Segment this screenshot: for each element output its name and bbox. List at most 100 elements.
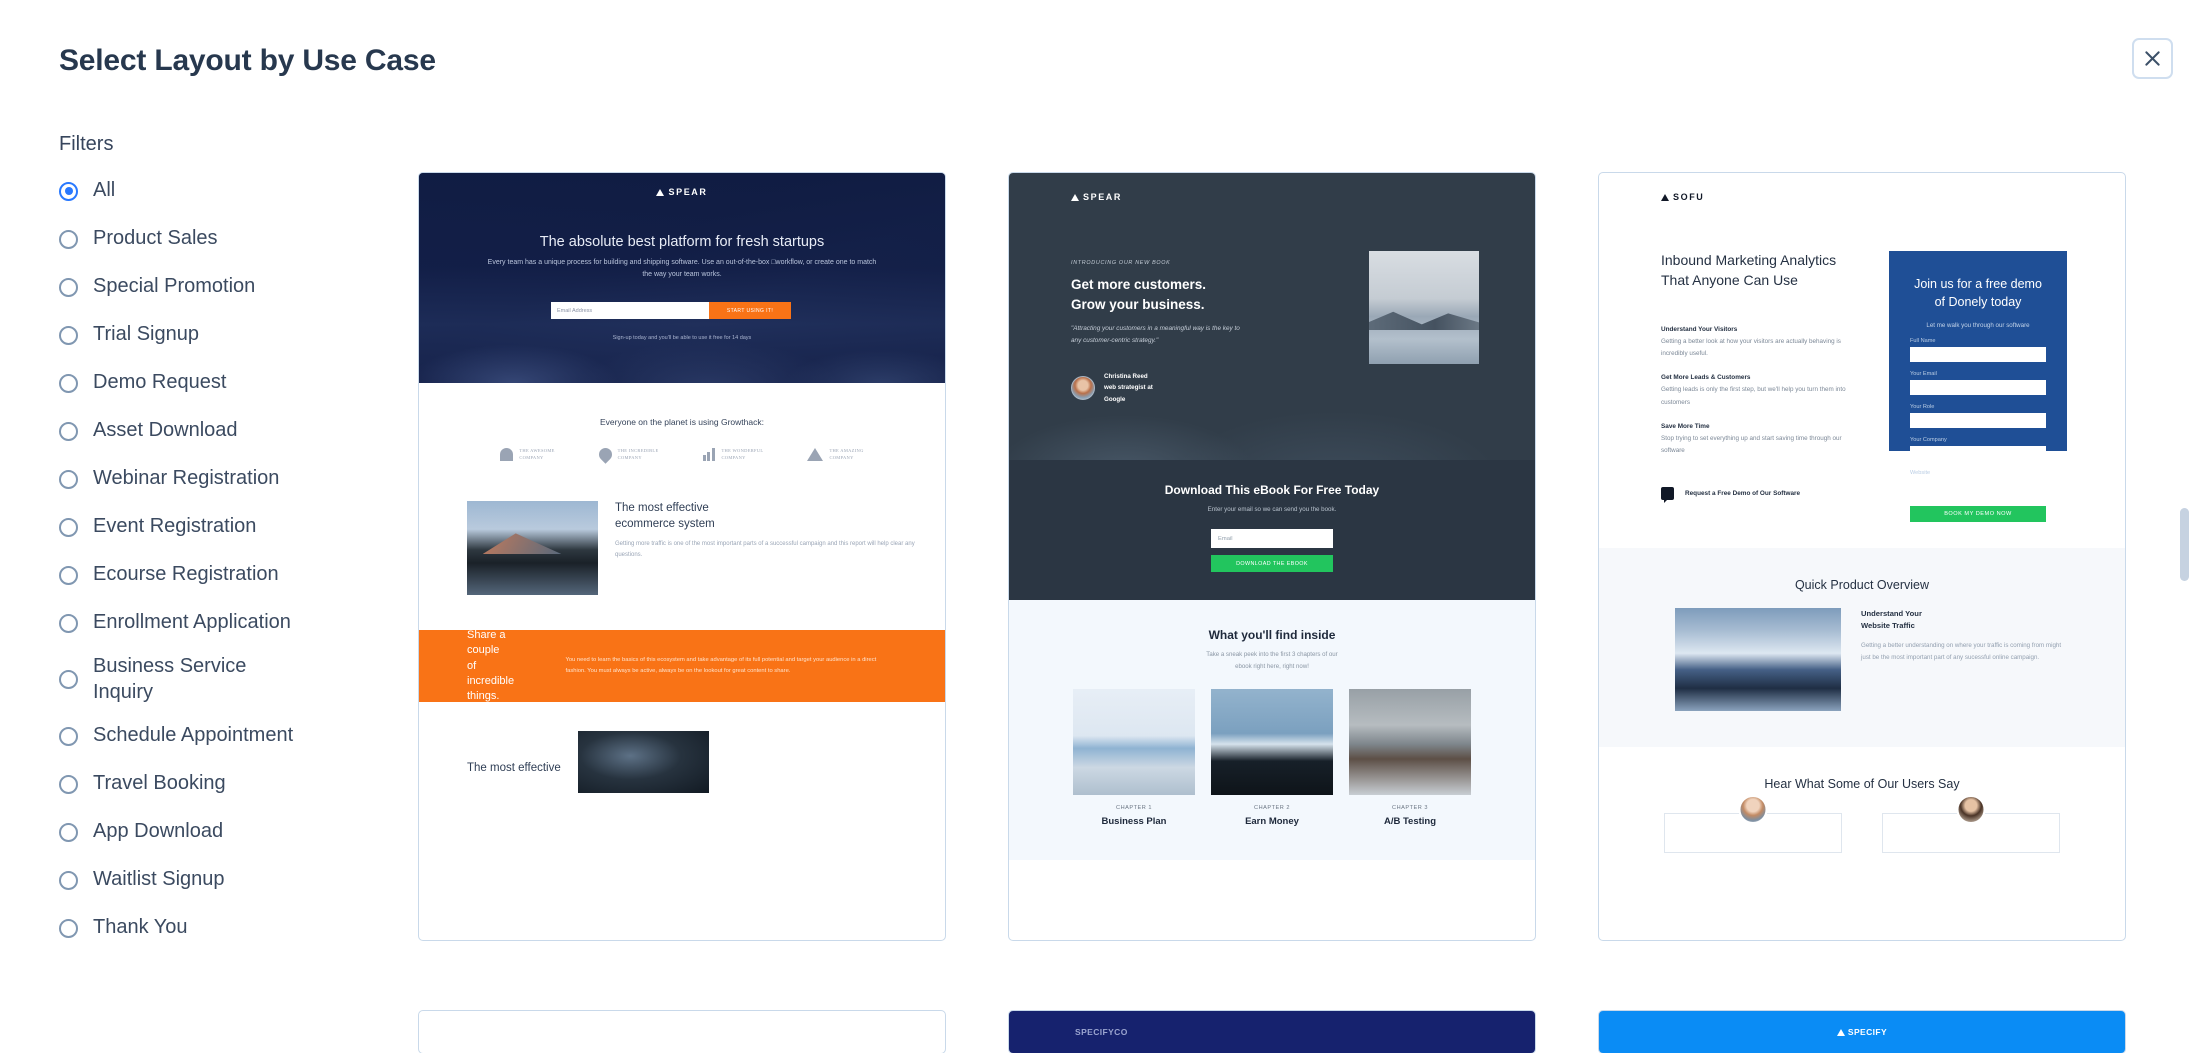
radio-icon[interactable] [59, 325, 78, 345]
card1-note: Sign-up today and you'll be able to use … [612, 335, 752, 341]
card3-testimonials [1599, 795, 2125, 854]
card2-form-sub: Enter your email so we can send you the … [1207, 506, 1337, 513]
chapter-item: CHAPTER 3 A/B Testing [1349, 688, 1471, 827]
close-button[interactable] [2132, 38, 2173, 79]
filter-option-schedule-appointment[interactable]: Schedule Appointment [59, 719, 359, 753]
radio-icon[interactable] [59, 421, 78, 441]
client-logo-line2: COMPANY [519, 455, 544, 461]
card3-demo-form-panel: Join us for a free demo of Donely today … [1889, 251, 2067, 522]
card1-email-input[interactable]: Email Address [551, 302, 709, 319]
filter-option-product-sales[interactable]: Product Sales [59, 222, 359, 256]
card1-cta-button[interactable]: START USING IT! [709, 302, 791, 319]
filter-option-business-service-inquiry[interactable]: Business Service Inquiry [59, 654, 359, 705]
chapter-image [1211, 688, 1333, 795]
card2-inside-heading: What you'll find inside [1208, 628, 1336, 642]
card5-brand: SPECIFYCO [1075, 1027, 1128, 1037]
card2-heading: Get more customers. Grow your business. [1071, 277, 1207, 312]
card3-book-demo-button[interactable]: BOOK MY DEMO NOW [1910, 505, 2046, 522]
filter-option-label: Enrollment Application [93, 611, 291, 634]
form-field-input[interactable] [1910, 379, 2046, 395]
radio-icon[interactable] [59, 277, 78, 297]
template-card-spear-ebook[interactable]: SPEAR INTRODUCING OUR NEW BOOK Get more … [1008, 172, 1536, 941]
filter-option-demo-request[interactable]: Demo Request [59, 366, 359, 400]
card3-demo-link[interactable]: Request a Free Demo of Our Software [1661, 487, 1859, 504]
filter-option-label: Waitlist Signup [93, 868, 225, 891]
radio-icon[interactable] [59, 517, 78, 537]
filter-option-webinar-registration[interactable]: Webinar Registration [59, 462, 359, 496]
card2-brand-text: SPEAR [1083, 192, 1123, 202]
filter-option-all[interactable]: All [59, 174, 359, 208]
radio-icon[interactable] [59, 565, 78, 585]
form-field-input[interactable] [1910, 346, 2046, 362]
card2-inside-sub: Take a sneak peek into the first 3 chapt… [1206, 651, 1338, 670]
filter-option-label: All [93, 179, 116, 202]
filter-option-thank-you[interactable]: Thank You [59, 911, 359, 945]
card6-brand: SPECIFY [1836, 1027, 1887, 1037]
form-field-input[interactable] [1910, 445, 2046, 461]
filter-option-enrollment-application[interactable]: Enrollment Application [59, 606, 359, 640]
radio-icon[interactable] [59, 918, 78, 938]
template-card-spear-startup[interactable]: SPEAR The absolute best platform for fre… [418, 172, 946, 941]
filter-option-app-download[interactable]: App Download [59, 815, 359, 849]
template-card-specifyco[interactable]: SPECIFYCO [1008, 1010, 1536, 1053]
radio-icon[interactable] [59, 670, 78, 690]
card2-hero-text: INTRODUCING OUR NEW BOOK Get more custom… [1071, 260, 1251, 405]
template-card-sofu-demo[interactable]: SOFU Inbound Marketing Analytics That An… [1598, 172, 2126, 941]
testimonial-card [1882, 795, 2060, 854]
triangle-logo-icon [1071, 193, 1079, 201]
scrollbar-thumb[interactable] [2180, 508, 2189, 581]
form-field-input[interactable] [1910, 412, 2046, 428]
filter-option-event-registration[interactable]: Event Registration [59, 510, 359, 544]
radio-icon[interactable] [59, 870, 78, 890]
filter-option-trial-signup[interactable]: Trial Signup [59, 318, 359, 352]
card3-overview-section: Quick Product Overview Understand Your W… [1599, 548, 2125, 748]
card2-inside-section: What you'll find inside Take a sneak pee… [1009, 600, 1535, 860]
card3-overview-text: Understand Your Website Traffic Getting … [1861, 608, 2069, 711]
card3-form-fields: Full Name Your Email Your Role Your Company… [1910, 338, 2046, 494]
filter-option-ecourse-registration[interactable]: Ecourse Registration [59, 558, 359, 592]
filter-option-asset-download[interactable]: Asset Download [59, 414, 359, 448]
filter-option-travel-booking[interactable]: Travel Booking [59, 767, 359, 801]
radio-icon[interactable] [59, 774, 78, 794]
chapter-title: Business Plan [1101, 815, 1167, 827]
radio-icon[interactable] [59, 726, 78, 746]
benefit-block: Save More Time Stop trying to set everyt… [1661, 423, 1859, 458]
card3-overview-title: Understand Your Website Traffic [1861, 609, 1922, 631]
client-logo-line2: COMPANY [617, 455, 642, 461]
card2-email-input[interactable]: Email [1211, 529, 1333, 548]
filters-panel: Filters All Product Sales Special Promotio… [59, 133, 359, 959]
template-card-specify[interactable]: SPECIFY [1598, 1010, 2126, 1053]
filter-option-label: Event Registration [93, 515, 257, 538]
client-logo: THE WONDERFUL COMPANY [702, 447, 764, 461]
filter-option-label: Product Sales [93, 227, 218, 250]
radio-icon[interactable] [59, 181, 78, 201]
benefit-block: Get More Leads & Customers Getting leads… [1661, 374, 1859, 409]
select-layout-modal: Select Layout by Use Case Filters All Pro… [0, 0, 2200, 1053]
card2-form-section: Download This eBook For Free Today Enter… [1009, 460, 1535, 600]
radio-icon[interactable] [59, 613, 78, 633]
card1-hero-heading: The absolute best platform for fresh sta… [539, 234, 825, 250]
card3-users-section: Hear What Some of Our Users Say [1599, 747, 2125, 854]
template-card-blank[interactable] [418, 1010, 946, 1053]
client-logo-line2: COMPANY [829, 455, 854, 461]
card2-download-button[interactable]: DOWNLOAD THE EBOOK [1211, 555, 1333, 572]
card3-brand-text: SOFU [1673, 192, 1705, 202]
client-logo: THE AWESOME COMPANY [500, 447, 554, 461]
chapter-title: Earn Money [1245, 815, 1299, 827]
card2-hero: SPEAR INTRODUCING OUR NEW BOOK Get more … [1009, 173, 1535, 460]
radio-icon[interactable] [59, 822, 78, 842]
chapter-item: CHAPTER 2 Earn Money [1211, 688, 1333, 827]
benefit-body: Getting a better look at how your visito… [1661, 337, 1841, 358]
scrollbar-track[interactable] [2180, 0, 2195, 1053]
card2-brand: SPEAR [1071, 192, 1122, 202]
radio-icon[interactable] [59, 373, 78, 393]
form-field-label: Your Email [1910, 370, 1937, 377]
filter-option-waitlist-signup[interactable]: Waitlist Signup [59, 863, 359, 897]
page-title: Select Layout by Use Case [59, 44, 436, 77]
filter-option-special-promotion[interactable]: Special Promotion [59, 270, 359, 304]
radio-icon[interactable] [59, 229, 78, 249]
mountain-mark-icon [807, 447, 824, 461]
chapter-title: A/B Testing [1383, 815, 1437, 827]
radio-icon[interactable] [59, 469, 78, 489]
form-field-input[interactable] [1910, 478, 2046, 494]
